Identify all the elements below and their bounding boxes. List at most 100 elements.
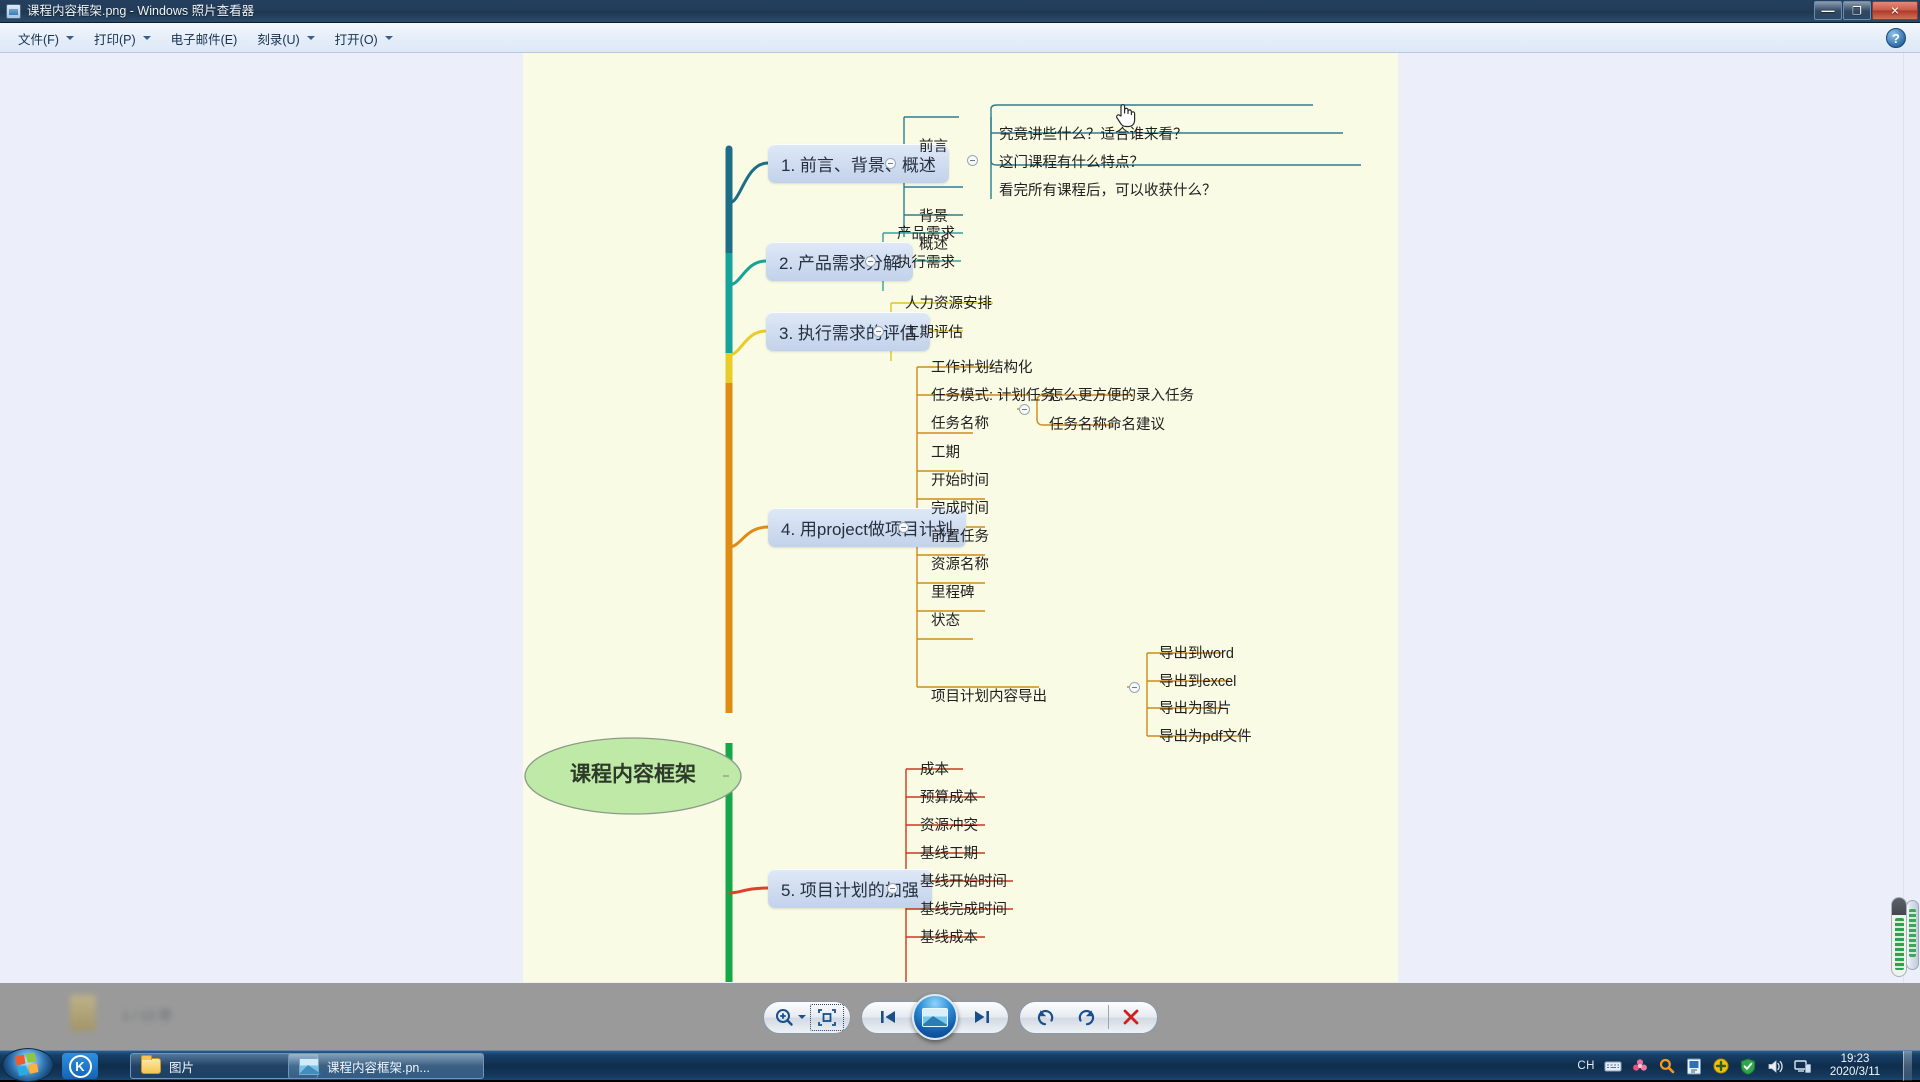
mindmap-node-finish-time[interactable]: 完成时间 [925, 495, 995, 520]
flower-icon[interactable] [1631, 1057, 1649, 1075]
mindmap-node-predecessor[interactable]: 前置任务 [925, 523, 995, 548]
shield-icon[interactable] [1739, 1057, 1757, 1075]
previous-button[interactable] [868, 1003, 908, 1032]
mindmap-node-task-name[interactable]: 任务名称 [925, 410, 995, 435]
image-viewport[interactable]: 课程内容框架 1. 前言、背景、概述 前言 究竟讲些什么？适合谁来看？ 这门课程… [0, 53, 1920, 983]
menu-file-label: 文件(F) [18, 32, 59, 47]
show-desktop-button[interactable] [1903, 1051, 1912, 1081]
ime-indicator[interactable]: CH [1577, 1060, 1595, 1072]
mindmap-node-export-image[interactable]: 导出为图片 [1153, 695, 1238, 720]
mindmap-node-milestone-label: 里程碑 [931, 585, 975, 601]
start-button[interactable] [2, 1048, 54, 1082]
mindmap-branch-2-label: 2. 产品需求分解 [779, 254, 900, 273]
mindmap-node-status[interactable]: 状态 [925, 607, 966, 632]
vertical-scrollbar[interactable] [1903, 53, 1920, 983]
mindmap-node-resource-conflict[interactable]: 资源冲突 [914, 812, 984, 837]
mindmap-node-plan-export-label: 项目计划内容导出 [931, 689, 1047, 705]
title-bar: 课程内容框架.png - Windows 照片查看器 — ❐ ✕ [0, 0, 1920, 23]
mindmap-node-resource-name[interactable]: 资源名称 [925, 551, 995, 576]
collapse-toggle-task-name[interactable] [1019, 404, 1030, 415]
mindmap-node-predecessor-label: 前置任务 [931, 529, 989, 545]
mindmap-node-task-mode[interactable]: 任务模式: 计划任务 [925, 382, 1061, 407]
collapse-toggle-branch-2[interactable] [865, 256, 876, 267]
mindmap-node-product-req[interactable]: 产品需求 [891, 220, 961, 245]
mindmap-node-baseline-duration[interactable]: 基线工期 [914, 840, 984, 865]
update-icon[interactable] [1712, 1057, 1730, 1075]
mindmap-node-milestone[interactable]: 里程碑 [925, 579, 981, 604]
gauge-fill [1895, 918, 1904, 970]
collapse-toggle-plan-export[interactable] [1129, 682, 1140, 693]
delete-button[interactable] [1111, 1003, 1151, 1032]
mindmap-node-work-structure[interactable]: 工作计划结构化 [925, 354, 1039, 379]
mindmap-node-baseline-start[interactable]: 基线开始时间 [914, 868, 1013, 893]
search-icon[interactable] [1658, 1057, 1676, 1075]
task-photo-viewer[interactable]: 课程内容框架.pn... [288, 1053, 484, 1079]
mindmap-node-export-word-label: 导出到word [1159, 646, 1234, 662]
mindmap-node-task-entry[interactable]: 怎么更方便的录入任务 [1043, 382, 1200, 407]
mindmap-node-export-word[interactable]: 导出到word [1153, 640, 1240, 665]
rotate-right-button[interactable] [1066, 1003, 1106, 1032]
menu-email[interactable]: 电子邮件(E) [161, 24, 248, 53]
mindmap-node-duration[interactable]: 工期 [925, 439, 966, 464]
help-button[interactable]: ? [1886, 28, 1906, 48]
mindmap-node-baseline-cost[interactable]: 基线成本 [914, 924, 984, 949]
mindmap-node-baseline-duration-label: 基线工期 [920, 846, 978, 862]
minimize-button[interactable]: — [1814, 1, 1842, 20]
mindmap-node-duration-eval[interactable]: 工期评估 [899, 319, 969, 344]
collapse-toggle-branch-4[interactable] [898, 522, 909, 533]
mindmap-node-budget-cost-label: 预算成本 [920, 790, 978, 806]
mindmap-node-plan-export[interactable]: 项目计划内容导出 [925, 683, 1053, 708]
mindmap-node-hr-plan[interactable]: 人力资源安排 [899, 290, 998, 315]
speaker-icon[interactable] [1766, 1057, 1784, 1075]
mindmap-node-exec-req[interactable]: 执行需求 [891, 249, 961, 274]
keyboard-icon[interactable] [1604, 1057, 1622, 1075]
maximize-button[interactable]: ❐ [1843, 1, 1871, 20]
mindmap-node-export-excel[interactable]: 导出到excel [1153, 668, 1242, 693]
mindmap-node-status-label: 状态 [931, 613, 960, 629]
zoom-button[interactable] [770, 1003, 810, 1032]
mindmap-node-export-pdf[interactable]: 导出为pdf文件 [1153, 723, 1258, 748]
actual-size-button[interactable] [810, 1003, 844, 1031]
collapse-toggle-preface[interactable] [967, 155, 978, 166]
status-thumbnail-icon [70, 995, 96, 1031]
mindmap-node-q3[interactable]: 看完所有课程后，可以收获什么？ [993, 177, 1223, 202]
folder-icon [141, 1055, 161, 1074]
kingsoft-icon: K [68, 1054, 92, 1078]
vertical-scrollbar-thumb[interactable] [1906, 900, 1919, 970]
menu-file[interactable]: 文件(F) [8, 24, 84, 53]
quicklaunch-kingsoft[interactable]: K [62, 1053, 98, 1079]
menu-open[interactable]: 打开(O) [325, 24, 403, 53]
mindmap-node-start-time[interactable]: 开始时间 [925, 467, 995, 492]
mindmap-node-preface[interactable]: 前言 [913, 133, 954, 158]
slideshow-button[interactable] [912, 994, 958, 1040]
mindmap-node-baseline-finish[interactable]: 基线完成时间 [914, 896, 1013, 921]
side-gauge-widget[interactable] [1891, 897, 1907, 977]
window-title: 课程内容框架.png - Windows 照片查看器 [27, 4, 255, 18]
mindmap-root-node[interactable]: 课程内容框架 [555, 758, 711, 788]
clock-date: 2020/3/11 [1829, 1066, 1881, 1078]
mindmap-branch-5[interactable]: 5. 项目计划的加强 [768, 869, 932, 908]
mindmap-node-cost[interactable]: 成本 [914, 756, 955, 781]
next-icon [975, 1011, 989, 1023]
collapse-toggle-branch-5[interactable] [887, 883, 898, 894]
mindmap-node-task-naming[interactable]: 任务名称命名建议 [1043, 411, 1171, 436]
network-icon[interactable] [1793, 1057, 1811, 1075]
close-button[interactable]: ✕ [1872, 1, 1918, 20]
chevron-down-icon [384, 36, 393, 40]
menu-print[interactable]: 打印(P) [84, 24, 161, 53]
photo-viewer-icon [6, 4, 21, 19]
menu-burn[interactable]: 刻录(U) [247, 24, 324, 53]
mindmap-node-q1[interactable]: 究竟讲些什么？适合谁来看？ [993, 121, 1194, 146]
document-icon[interactable] [1685, 1057, 1703, 1075]
next-button[interactable] [962, 1003, 1002, 1032]
collapse-toggle-branch-1[interactable] [885, 158, 896, 169]
mindmap-node-q2[interactable]: 这门课程有什么特点？ [993, 149, 1150, 174]
clock[interactable]: 19:23 2020/3/11 [1820, 1053, 1890, 1079]
status-text: 1 / 13 项 [122, 1008, 172, 1023]
mindmap-node-budget-cost[interactable]: 预算成本 [914, 784, 984, 809]
rotate-left-button[interactable] [1026, 1003, 1066, 1032]
mindmap-node-baseline-finish-label: 基线完成时间 [920, 902, 1007, 918]
chevron-down-icon [798, 1015, 806, 1019]
collapse-toggle-branch-3[interactable] [873, 326, 884, 337]
mindmap-node-baseline-start-label: 基线开始时间 [920, 874, 1007, 890]
